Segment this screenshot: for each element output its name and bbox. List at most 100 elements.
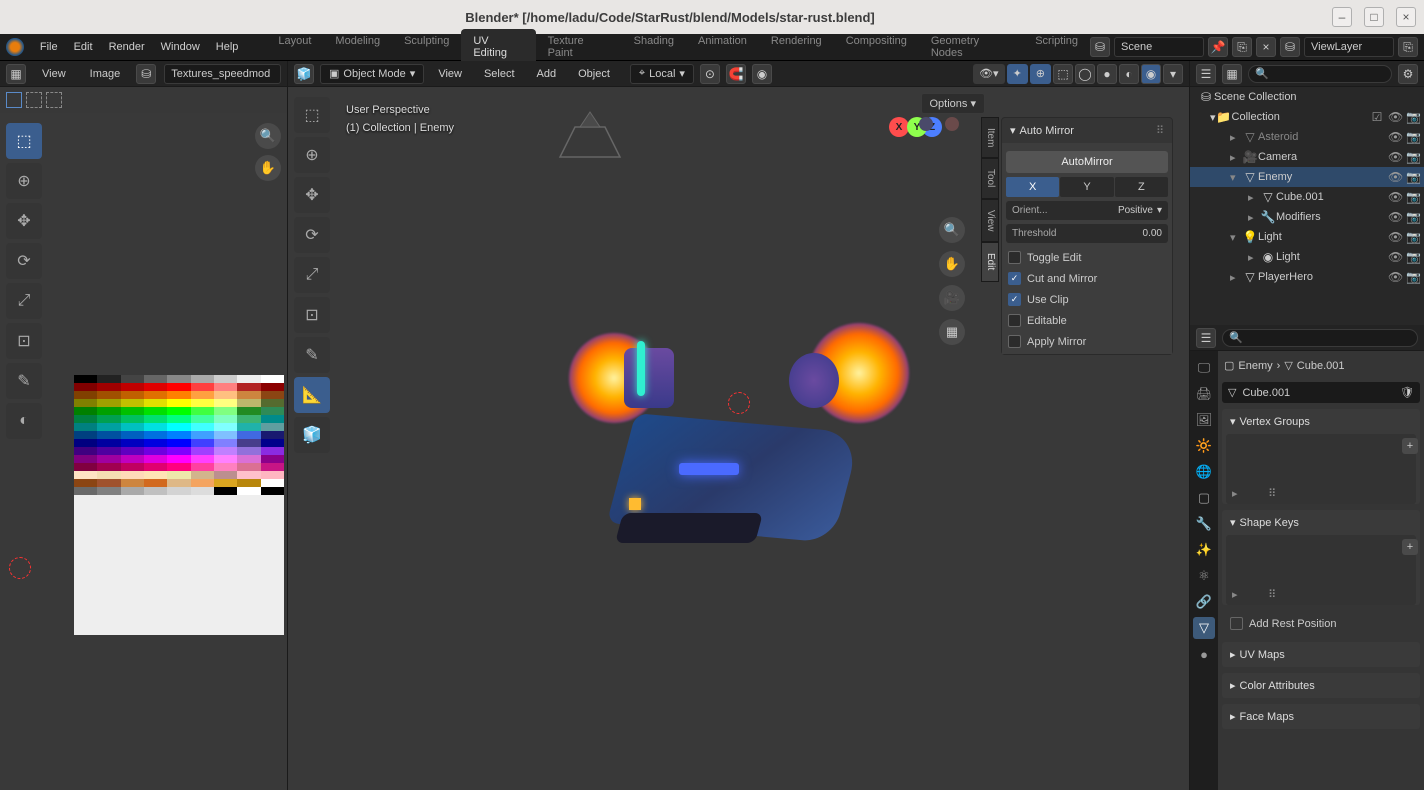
image-browse-icon[interactable]: ⛁ <box>136 64 156 84</box>
ptab-world-icon[interactable]: 🌐 <box>1193 461 1215 483</box>
tab-animation[interactable]: Animation <box>686 29 759 65</box>
tool-rotate[interactable]: ⟳ <box>6 243 42 279</box>
menu-window[interactable]: Window <box>153 37 208 57</box>
scene-pin-icon[interactable]: 📌 <box>1208 37 1228 57</box>
render-icon[interactable]: 📷 <box>1406 170 1420 184</box>
disclosure-icon[interactable]: ▸ <box>1248 191 1260 204</box>
tool-move[interactable]: ✥ <box>6 203 42 239</box>
ptab-constraints-icon[interactable]: 🔗 <box>1193 591 1215 613</box>
properties-editor-icon[interactable]: ☰ <box>1196 328 1216 348</box>
disclosure-icon[interactable]: ▾ <box>1230 231 1242 244</box>
eye-icon[interactable]: 👁 <box>1388 130 1402 144</box>
outliner-display-icon[interactable]: ▦ <box>1222 64 1242 84</box>
tab-scripting[interactable]: Scripting <box>1023 29 1090 65</box>
vp-menu-select[interactable]: Select <box>476 64 523 84</box>
ptab-viewlayer-icon[interactable]: 🖼 <box>1193 409 1215 431</box>
render-icon[interactable]: 📷 <box>1406 150 1420 164</box>
npanel-tab-view[interactable]: View <box>981 199 999 243</box>
viewlayer-browse-icon[interactable]: ⛁ <box>1280 37 1300 57</box>
eye-icon[interactable]: 👁 <box>1388 230 1402 244</box>
snap-icon[interactable]: 🧲 <box>726 64 746 84</box>
tab-geometry-nodes[interactable]: Geometry Nodes <box>919 29 1023 65</box>
ptab-render-icon[interactable]: 🖵 <box>1193 357 1215 379</box>
scene-new-icon[interactable]: ⎘ <box>1232 37 1252 57</box>
uv-zoom-icon[interactable]: 🔍 <box>255 123 281 149</box>
tool-rip[interactable]: ◐ <box>6 403 42 439</box>
apply-mirror-checkbox[interactable]: Apply Mirror <box>1006 331 1168 352</box>
disclosure-icon[interactable]: ▸ <box>1230 271 1242 284</box>
outliner-scene-collection[interactable]: ⛁ Scene Collection <box>1190 87 1424 107</box>
threshold-field[interactable]: Threshold 0.00 <box>1006 224 1168 243</box>
tool-measure-3d[interactable]: 📐 <box>294 377 330 413</box>
scene-name-input[interactable] <box>1114 37 1204 57</box>
tool-scale[interactable]: ⤢ <box>6 283 42 319</box>
ptab-object-icon[interactable]: ▢ <box>1193 487 1215 509</box>
shading-matprev-icon[interactable]: ◐ <box>1119 64 1139 84</box>
eye-icon[interactable]: 👁 <box>1388 210 1402 224</box>
tab-uv-editing[interactable]: UV Editing <box>461 29 535 65</box>
render-icon[interactable]: 📷 <box>1406 270 1420 284</box>
outliner-item[interactable]: ▾💡Light👁📷 <box>1190 227 1424 247</box>
shading-dropdown-icon[interactable]: ▾ <box>1163 64 1183 84</box>
render-icon[interactable]: 📷 <box>1406 130 1420 144</box>
tab-compositing[interactable]: Compositing <box>834 29 919 65</box>
tool-transform[interactable]: ⊡ <box>6 323 42 359</box>
ptab-material-icon[interactable]: ● <box>1193 643 1215 665</box>
disclosure-icon[interactable]: ▸ <box>1230 151 1242 164</box>
render-icon[interactable]: 📷 <box>1406 210 1420 224</box>
vertex-groups-header[interactable]: ▾Vertex Groups <box>1222 409 1420 434</box>
shading-rendered-icon[interactable]: ◉ <box>1141 64 1161 84</box>
orientation-selector[interactable]: ⌖ Local ▾ <box>630 64 694 84</box>
uv-maps-header[interactable]: ▸UV Maps <box>1222 642 1420 667</box>
tab-layout[interactable]: Layout <box>266 29 323 65</box>
npanel-tab-item[interactable]: Item <box>981 117 999 158</box>
render-icon[interactable]: 📷 <box>1406 230 1420 244</box>
tool-annotate-3d[interactable]: ✎ <box>294 337 330 373</box>
menu-edit[interactable]: Edit <box>66 37 101 57</box>
panel-drag-icon[interactable]: ⠿ <box>1156 124 1164 137</box>
axis-x-button[interactable]: X <box>1006 177 1059 197</box>
proportional-icon[interactable]: ◉ <box>752 64 772 84</box>
tool-cursor-3d[interactable]: ⊕ <box>294 137 330 173</box>
add-shape-key-button[interactable]: + <box>1402 539 1418 555</box>
npanel-tab-edit[interactable]: Edit <box>981 242 999 281</box>
render-icon[interactable]: 📷 <box>1406 190 1420 204</box>
tab-modeling[interactable]: Modeling <box>323 29 392 65</box>
sync-selection-icon[interactable] <box>6 92 22 108</box>
3d-model-enemy[interactable] <box>529 313 949 593</box>
xray-icon[interactable]: ⬚ <box>1053 64 1073 84</box>
menu-render[interactable]: Render <box>101 37 153 57</box>
auto-mirror-execute-button[interactable]: AutoMirror <box>1006 151 1168 173</box>
list-expand-icon[interactable]: ▸ ⠿ <box>1232 588 1276 601</box>
axis-z-button[interactable]: Z <box>1115 177 1168 197</box>
overlay-toggle-icon[interactable]: ⊕ <box>1030 64 1051 84</box>
tool-add-cube-3d[interactable]: 🧊 <box>294 417 330 453</box>
menu-help[interactable]: Help <box>208 37 247 57</box>
visibility-dropdown-icon[interactable]: 👁▾ <box>973 64 1005 84</box>
editable-checkbox[interactable]: Editable <box>1006 310 1168 331</box>
tool-select-box-3d[interactable]: ⬚ <box>294 97 330 133</box>
vp-menu-add[interactable]: Add <box>529 64 565 84</box>
tool-select-box[interactable]: ⬚ <box>6 123 42 159</box>
checkbox-icon[interactable]: ☑ <box>1370 110 1384 124</box>
uv-image-texture[interactable] <box>74 375 284 635</box>
outliner-item[interactable]: ▸🔧Modifiers👁📷 <box>1190 207 1424 227</box>
tab-shading[interactable]: Shading <box>622 29 686 65</box>
auto-mirror-header[interactable]: ▾ Auto Mirror ⠿ <box>1002 118 1172 143</box>
vp-camera-icon[interactable]: 🎥 <box>939 285 965 311</box>
select-vert-icon[interactable] <box>26 92 42 108</box>
shape-keys-header[interactable]: ▾Shape Keys <box>1222 510 1420 535</box>
scene-browse-icon[interactable]: ⛁ <box>1090 37 1110 57</box>
disclosure-icon[interactable]: ▸ <box>1230 131 1242 144</box>
disclosure-icon[interactable]: ▸ <box>1248 251 1260 264</box>
tool-scale-3d[interactable]: ⤢ <box>294 257 330 293</box>
tool-move-3d[interactable]: ✥ <box>294 177 330 213</box>
properties-breadcrumb[interactable]: ▢ Enemy › ▽ Cube.001 <box>1222 355 1420 376</box>
uv-pan-icon[interactable]: ✋ <box>255 155 281 181</box>
editor-type-icon[interactable]: ▦ <box>6 64 26 84</box>
disclosure-icon[interactable]: ▸ <box>1248 211 1260 224</box>
ptab-data-icon[interactable]: ▽ <box>1193 617 1215 639</box>
mode-selector[interactable]: ▣ Object Mode ▾ <box>320 64 424 84</box>
outliner-item[interactable]: ▸◉Light👁📷 <box>1190 247 1424 267</box>
ptab-physics-icon[interactable]: ⚛ <box>1193 565 1215 587</box>
